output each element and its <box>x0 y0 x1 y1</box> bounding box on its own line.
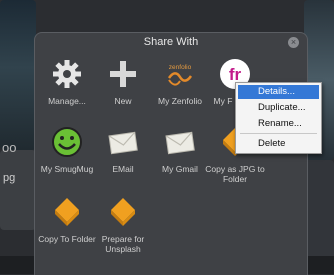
menu-item-details[interactable]: Details... <box>238 85 319 99</box>
context-menu: Details... Duplicate... Rename... Delete <box>235 82 322 154</box>
zenfolio-icon: zenfolio <box>167 64 193 86</box>
svg-text:zenfolio: zenfolio <box>169 64 192 71</box>
smugmug-icon <box>52 127 82 157</box>
envelope-icon <box>165 131 195 155</box>
share-item-new[interactable]: New <box>91 58 155 118</box>
envelope-icon <box>108 131 138 155</box>
share-item-my-smugmug[interactable]: My SmugMug <box>35 126 99 186</box>
plus-icon <box>110 61 136 87</box>
background-thumbnail-left-lower <box>0 150 36 230</box>
share-item-prepare-for-unsplash[interactable]: Prepare for Unsplash <box>91 196 155 256</box>
share-item-email[interactable]: EMail <box>91 126 155 186</box>
background-thumbnail-right-lower <box>304 160 334 260</box>
menu-item-rename[interactable]: Rename... <box>238 117 319 131</box>
background-label: pg <box>3 172 16 184</box>
gear-icon <box>53 60 81 88</box>
dialog-title: Share With <box>143 36 199 48</box>
background-thumbnail-left <box>0 0 36 150</box>
menu-item-duplicate[interactable]: Duplicate... <box>238 101 319 115</box>
menu-item-delete[interactable]: Delete <box>238 137 319 151</box>
share-item-manage[interactable]: Manage... <box>35 58 99 118</box>
folder-diamond-icon <box>111 198 135 226</box>
share-item-label: Copy as JPG to Folder <box>205 164 265 184</box>
share-item-label: Prepare for Unsplash <box>101 234 145 254</box>
close-button[interactable]: × <box>288 37 299 48</box>
folder-diamond-icon <box>55 198 79 226</box>
background-label: oo <box>2 140 17 155</box>
menu-separator <box>240 133 317 134</box>
